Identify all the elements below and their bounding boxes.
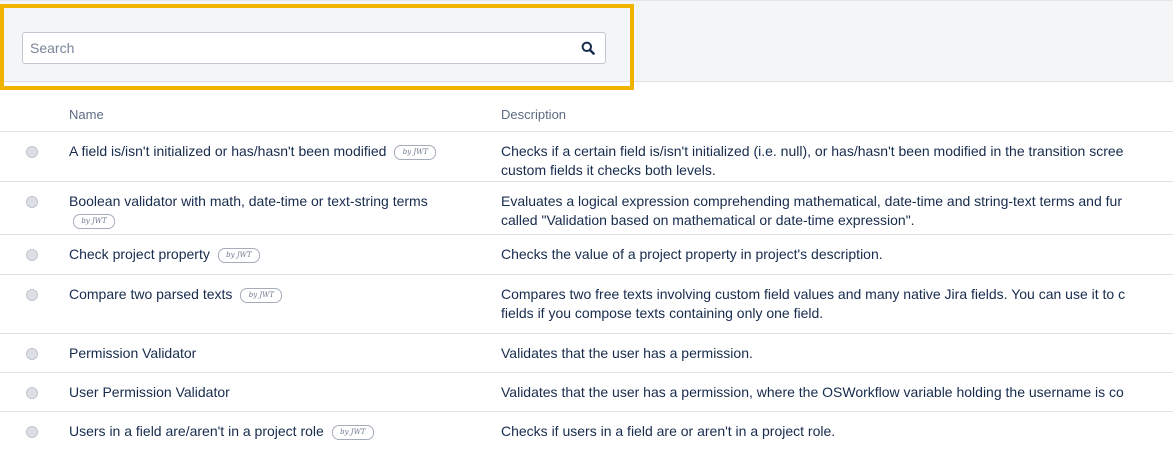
table-row[interactable]: A field is/isn't initialized or has/hasn… bbox=[0, 132, 1173, 182]
row-radio[interactable] bbox=[26, 387, 38, 399]
description-cell: Checks the value of a project property i… bbox=[501, 245, 1173, 264]
description-cell: Validates that the user has a permission… bbox=[501, 383, 1173, 402]
description-cell: Validates that the user has a permission… bbox=[501, 344, 1173, 363]
search-highlight-frame bbox=[0, 4, 634, 90]
name-cell: Boolean validator with math, date-time o… bbox=[69, 192, 479, 229]
jwt-badge: by JWT bbox=[240, 287, 283, 303]
row-radio[interactable] bbox=[26, 196, 38, 208]
description-line: Validates that the user has a permission… bbox=[501, 384, 1124, 400]
description-line: Checks the value of a project property i… bbox=[501, 246, 883, 262]
jwt-badge: by JWT bbox=[331, 424, 374, 440]
validator-name: Permission Validator bbox=[69, 345, 197, 361]
row-radio[interactable] bbox=[26, 348, 38, 360]
jwt-badge: by JWT bbox=[217, 247, 260, 263]
name-cell: Check project property by JWT bbox=[69, 245, 479, 264]
description-line: fields if you compose texts containing o… bbox=[501, 305, 824, 321]
description-cell: Evaluates a logical expression comprehen… bbox=[501, 192, 1173, 230]
table-row[interactable]: Compare two parsed texts by JWT Compares … bbox=[0, 275, 1173, 334]
description-cell: Compares two free texts involving custom… bbox=[501, 285, 1173, 323]
column-header-description: Description bbox=[501, 107, 567, 122]
description-cell: Checks if users in a field are or aren't… bbox=[501, 422, 1173, 441]
table-header: Name Description bbox=[0, 100, 1173, 132]
description-line: Checks if users in a field are or aren't… bbox=[501, 423, 836, 439]
name-cell: Compare two parsed texts by JWT bbox=[69, 285, 479, 304]
validator-name: Users in a field are/aren't in a project… bbox=[69, 423, 324, 439]
row-radio[interactable] bbox=[26, 426, 38, 438]
name-cell: Users in a field are/aren't in a project… bbox=[69, 422, 479, 441]
description-line: Evaluates a logical expression comprehen… bbox=[501, 193, 1122, 209]
description-line: custom fields it checks both levels. bbox=[501, 162, 716, 178]
table-row[interactable]: Check project property by JWT Checks the … bbox=[0, 235, 1173, 275]
validator-name: Check project property bbox=[69, 246, 210, 262]
jwt-badge: by JWT bbox=[73, 214, 115, 229]
description-line: called "Validation based on mathematical… bbox=[501, 212, 915, 228]
validator-name: A field is/isn't initialized or has/hasn… bbox=[69, 143, 387, 159]
description-line: Validates that the user has a permission… bbox=[501, 345, 753, 361]
description-line: Compares two free texts involving custom… bbox=[501, 286, 1126, 302]
validator-name: Boolean validator with math, date-time o… bbox=[69, 193, 428, 209]
name-cell: A field is/isn't initialized or has/hasn… bbox=[69, 142, 479, 161]
column-header-name: Name bbox=[69, 107, 104, 122]
row-radio[interactable] bbox=[26, 289, 38, 301]
validator-name: User Permission Validator bbox=[69, 384, 230, 400]
table-row[interactable]: Permission Validator Validates that the … bbox=[0, 334, 1173, 373]
description-cell: Checks if a certain field is/isn't initi… bbox=[501, 142, 1173, 180]
name-cell: Permission Validator bbox=[69, 344, 479, 363]
table-row[interactable]: Boolean validator with math, date-time o… bbox=[0, 182, 1173, 235]
jwt-badge: by JWT bbox=[394, 144, 437, 160]
row-radio[interactable] bbox=[26, 249, 38, 261]
description-line: Checks if a certain field is/isn't initi… bbox=[501, 143, 1124, 159]
name-cell: User Permission Validator bbox=[69, 383, 479, 402]
row-radio[interactable] bbox=[26, 146, 38, 158]
table-row[interactable]: User Permission Validator Validates that… bbox=[0, 373, 1173, 412]
validator-name: Compare two parsed texts bbox=[69, 286, 233, 302]
validators-table: Name Description A field is/isn't initia… bbox=[0, 100, 1173, 451]
table-row[interactable]: Users in a field are/aren't in a project… bbox=[0, 412, 1173, 451]
